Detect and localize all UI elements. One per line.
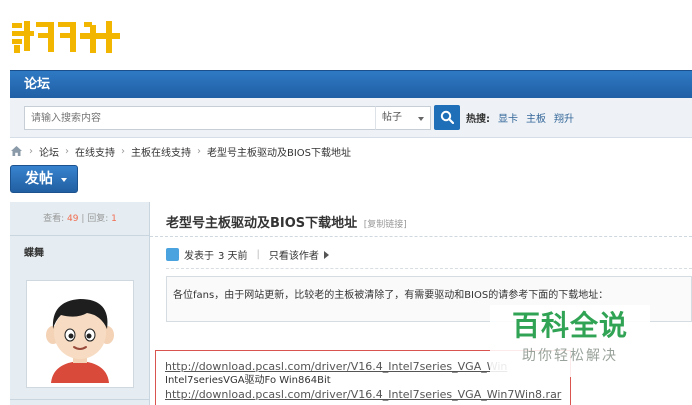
search-bar: 帖子 热搜: 显卡 主板 翔升	[10, 98, 692, 138]
new-post-button[interactable]: 发帖	[10, 165, 78, 193]
post-meta: 发表于 3 天前 | 只看该作者	[166, 247, 329, 262]
watermark-subtitle: 助你轻松解决	[522, 348, 618, 364]
watermark-title: 百科全说	[511, 309, 628, 342]
breadcrumb: › 论坛 › 在线支持 › 主板在线支持 › 老型号主板驱动及BIOS下载地址	[10, 143, 351, 159]
search-scope-select[interactable]: 帖子	[375, 106, 431, 130]
hot-link-graphics-card[interactable]: 显卡	[498, 110, 518, 125]
views-count: 49	[67, 214, 79, 224]
thread-title-text: 老型号主板驱动及BIOS下载地址	[166, 216, 358, 231]
meta-separator: |	[256, 249, 260, 260]
breadcrumb-online-support[interactable]: 在线支持	[75, 144, 115, 159]
hot-link-brand[interactable]: 翔升	[554, 110, 574, 125]
hot-search-label: 热搜:	[466, 114, 490, 125]
meta-divider	[166, 268, 692, 269]
thread-stats: 查看: 49 | 回复: 1	[10, 202, 150, 236]
title-divider	[150, 236, 692, 237]
breadcrumb-current-thread[interactable]: 老型号主板驱动及BIOS下载地址	[207, 144, 351, 159]
search-button[interactable]	[434, 105, 460, 130]
breadcrumb-separator: ›	[197, 145, 201, 157]
posted-icon	[166, 248, 179, 261]
chevron-down-icon	[61, 178, 67, 182]
breadcrumb-separator: ›	[29, 145, 33, 157]
breadcrumb-forum[interactable]: 论坛	[39, 144, 59, 159]
download-link[interactable]: http://download.pcasl.com/driver/V16.4_I…	[165, 388, 561, 402]
home-icon[interactable]	[10, 145, 23, 157]
only-author-link[interactable]: 只看该作者	[269, 247, 319, 262]
breadcrumb-board-support[interactable]: 主板在线支持	[131, 144, 191, 159]
search-icon	[440, 110, 454, 124]
views-label: 查看:	[43, 214, 65, 224]
post-body-text: 各位fans，由于网站更新，比较老的主板被清除了，有需要驱动和BIOS的请参考下…	[173, 290, 609, 301]
cartoon-avatar-image	[31, 285, 129, 383]
avatar[interactable]	[26, 280, 134, 388]
hot-link-motherboard[interactable]: 主板	[526, 110, 546, 125]
thread-title: 老型号主板驱动及BIOS下载地址 [复制链接]	[166, 212, 407, 231]
breadcrumb-separator: ›	[121, 145, 125, 157]
replies-count: 1	[111, 214, 117, 224]
posted-time: 3 天前	[218, 251, 248, 262]
site-logo[interactable]	[10, 14, 130, 60]
posted-prefix: 发表于	[184, 251, 214, 262]
new-post-label: 发帖	[25, 171, 53, 187]
search-input[interactable]	[24, 106, 376, 130]
copy-link-button[interactable]: [复制链接]	[364, 220, 407, 230]
chevron-down-icon	[418, 117, 424, 121]
tab-forum[interactable]: 论坛	[14, 71, 60, 99]
author-sidebar: 查看: 49 | 回复: 1 蝶舞	[10, 202, 150, 405]
stats-divider: |	[81, 214, 85, 224]
search-scope-value: 帖子	[382, 112, 402, 123]
author-name[interactable]: 蝶舞	[24, 244, 44, 259]
replies-label: 回复:	[87, 214, 109, 224]
breadcrumb-separator: ›	[65, 145, 69, 157]
logo-graphic	[12, 21, 120, 53]
triangle-right-icon	[323, 250, 329, 259]
hot-searches: 热搜: 显卡 主板 翔升	[466, 110, 574, 125]
watermark: 百科全说 助你轻松解决	[490, 305, 650, 377]
sidebar-divider	[10, 399, 150, 405]
main-navbar: 论坛	[10, 70, 692, 98]
